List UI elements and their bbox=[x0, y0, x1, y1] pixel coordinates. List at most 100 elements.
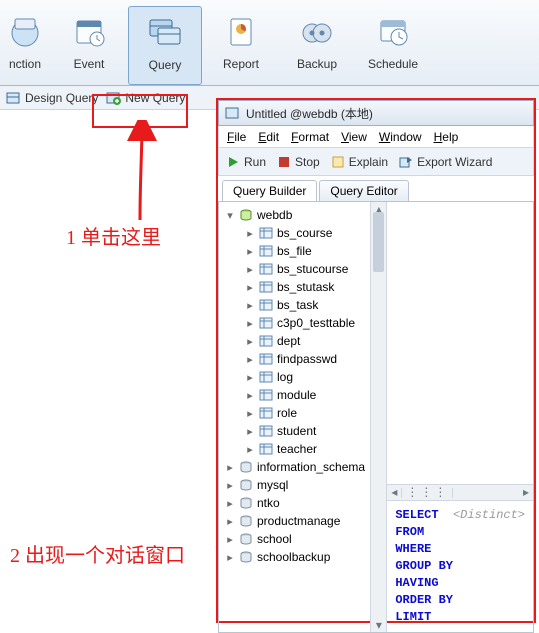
menu-help[interactable]: Help bbox=[434, 130, 459, 144]
sql-select[interactable]: SELECT bbox=[395, 508, 438, 522]
query-tabs: Query Builder Query Editor bbox=[218, 180, 534, 201]
expand-icon[interactable]: ▸ bbox=[245, 299, 255, 312]
diagram-horizontal-scrollbar[interactable]: ◂ ⋮⋮⋮ ▸ bbox=[387, 484, 533, 500]
ribbon-label: Report bbox=[204, 57, 278, 71]
tree-db-item[interactable]: ▸ntko bbox=[221, 494, 384, 512]
sql-where[interactable]: WHERE bbox=[395, 541, 525, 558]
collapse-icon[interactable]: ▾ bbox=[225, 209, 235, 222]
ribbon-label: Schedule bbox=[356, 57, 430, 71]
tree-table-item[interactable]: ▸bs_stucourse bbox=[221, 260, 384, 278]
sql-orderby[interactable]: ORDER BY bbox=[395, 592, 525, 609]
ribbon-item-function[interactable]: nction bbox=[0, 6, 50, 85]
expand-icon[interactable]: ▸ bbox=[245, 263, 255, 276]
explain-icon bbox=[330, 154, 346, 170]
expand-icon[interactable]: ▸ bbox=[245, 227, 255, 240]
tree-db-webdb[interactable]: ▾ webdb bbox=[221, 206, 384, 224]
menu-file[interactable]: File bbox=[227, 130, 246, 144]
tree-table-label: findpasswd bbox=[277, 352, 337, 366]
table-icon bbox=[258, 370, 274, 384]
scroll-thumb[interactable] bbox=[373, 212, 384, 272]
tree-db-label: mysql bbox=[257, 478, 288, 492]
scroll-down-icon[interactable]: ▾ bbox=[371, 618, 386, 632]
tree-table-label: module bbox=[277, 388, 316, 402]
tree-table-label: teacher bbox=[277, 442, 317, 456]
sql-having[interactable]: HAVING bbox=[395, 575, 525, 592]
ribbon-item-report[interactable]: Report bbox=[204, 6, 278, 85]
tree-db-item[interactable]: ▸ mysql bbox=[221, 476, 384, 494]
expand-icon[interactable]: ▸ bbox=[245, 335, 255, 348]
sql-groupby[interactable]: GROUP BY bbox=[395, 558, 525, 575]
ribbon-item-schedule[interactable]: Schedule bbox=[356, 6, 430, 85]
design-query-button[interactable]: Design Query bbox=[6, 90, 98, 106]
database-icon bbox=[238, 532, 254, 546]
ribbon-item-query[interactable]: Query bbox=[128, 6, 202, 85]
sql-clause-list[interactable]: SELECT <Distinct> FROM WHERE GROUP BY HA… bbox=[387, 501, 533, 632]
expand-icon[interactable]: ▸ bbox=[245, 245, 255, 258]
expand-icon[interactable]: ▸ bbox=[225, 479, 235, 492]
database-icon bbox=[238, 496, 254, 510]
ribbon-item-backup[interactable]: Backup bbox=[280, 6, 354, 85]
expand-icon[interactable]: ▸ bbox=[245, 407, 255, 420]
menu-view[interactable]: View bbox=[341, 130, 367, 144]
tree-table-item[interactable]: ▸log bbox=[221, 368, 384, 386]
tree-db-label: school bbox=[257, 532, 292, 546]
ribbon-label: Query bbox=[129, 58, 201, 72]
expand-icon[interactable]: ▸ bbox=[225, 551, 235, 564]
ribbon-label: Backup bbox=[280, 57, 354, 71]
export-wizard-button[interactable]: Export Wizard bbox=[398, 154, 492, 170]
menu-format[interactable]: Format bbox=[291, 130, 329, 144]
export-icon bbox=[398, 154, 414, 170]
table-icon bbox=[258, 334, 274, 348]
scroll-right-icon[interactable]: ▸ bbox=[523, 485, 529, 500]
tree-db-item[interactable]: ▸schoolbackup bbox=[221, 548, 384, 566]
run-button[interactable]: Run bbox=[225, 154, 266, 170]
tree-db-item[interactable]: ▸information_schema bbox=[221, 458, 384, 476]
expand-icon[interactable]: ▸ bbox=[245, 281, 255, 294]
expand-icon[interactable]: ▸ bbox=[245, 389, 255, 402]
tab-query-editor[interactable]: Query Editor bbox=[319, 180, 408, 201]
query-window-titlebar[interactable]: Untitled @webdb (本地) bbox=[218, 100, 534, 126]
tree-table-item[interactable]: ▸ findpasswd bbox=[221, 350, 384, 368]
new-query-button[interactable]: New Query bbox=[106, 90, 185, 106]
diagram-canvas[interactable]: ◂ ⋮⋮⋮ ▸ bbox=[387, 202, 533, 501]
tab-query-builder[interactable]: Query Builder bbox=[222, 180, 317, 201]
tree-vertical-scrollbar[interactable]: ▴ ▾ bbox=[370, 202, 386, 632]
table-icon bbox=[258, 352, 274, 366]
menu-window[interactable]: Window bbox=[379, 130, 422, 144]
sql-distinct[interactable]: <Distinct> bbox=[453, 508, 525, 522]
sql-from[interactable]: FROM bbox=[395, 524, 525, 541]
tree-table-item[interactable]: ▸dept bbox=[221, 332, 384, 350]
schema-tree[interactable]: ▾ webdb ▸bs_course▸bs_file▸bs_stucourse▸… bbox=[219, 202, 386, 570]
tree-table-label: student bbox=[277, 424, 316, 438]
event-icon bbox=[68, 10, 110, 52]
tree-table-item[interactable]: ▸ module bbox=[221, 386, 384, 404]
sql-limit[interactable]: LIMIT bbox=[395, 609, 525, 626]
menu-edit[interactable]: Edit bbox=[258, 130, 279, 144]
tree-table-item[interactable]: ▸role bbox=[221, 404, 384, 422]
scroll-left-icon[interactable]: ◂ bbox=[391, 485, 397, 500]
stop-button[interactable]: Stop bbox=[276, 154, 320, 170]
expand-icon[interactable]: ▸ bbox=[245, 317, 255, 330]
expand-icon[interactable]: ▸ bbox=[245, 371, 255, 384]
table-icon bbox=[258, 280, 274, 294]
expand-icon[interactable]: ▸ bbox=[225, 515, 235, 528]
ribbon-item-event[interactable]: Event bbox=[52, 6, 126, 85]
tree-table-item[interactable]: ▸c3p0_testtable bbox=[221, 314, 384, 332]
expand-icon[interactable]: ▸ bbox=[245, 425, 255, 438]
expand-icon[interactable]: ▸ bbox=[245, 443, 255, 456]
explain-button[interactable]: Explain bbox=[330, 154, 388, 170]
expand-icon[interactable]: ▸ bbox=[225, 497, 235, 510]
expand-icon[interactable]: ▸ bbox=[245, 353, 255, 366]
tree-table-item[interactable]: ▸bs_course bbox=[221, 224, 384, 242]
tree-table-item[interactable]: ▸ student bbox=[221, 422, 384, 440]
table-icon bbox=[258, 262, 274, 276]
tree-table-item[interactable]: ▸ teacher bbox=[221, 440, 384, 458]
tree-db-label: productmanage bbox=[257, 514, 340, 528]
tree-db-item[interactable]: ▸ school bbox=[221, 530, 384, 548]
tree-db-item[interactable]: ▸ productmanage bbox=[221, 512, 384, 530]
expand-icon[interactable]: ▸ bbox=[225, 533, 235, 546]
tree-table-item[interactable]: ▸bs_file bbox=[221, 242, 384, 260]
tree-table-item[interactable]: ▸bs_stutask bbox=[221, 278, 384, 296]
tree-table-item[interactable]: ▸bs_task bbox=[221, 296, 384, 314]
expand-icon[interactable]: ▸ bbox=[225, 461, 235, 474]
